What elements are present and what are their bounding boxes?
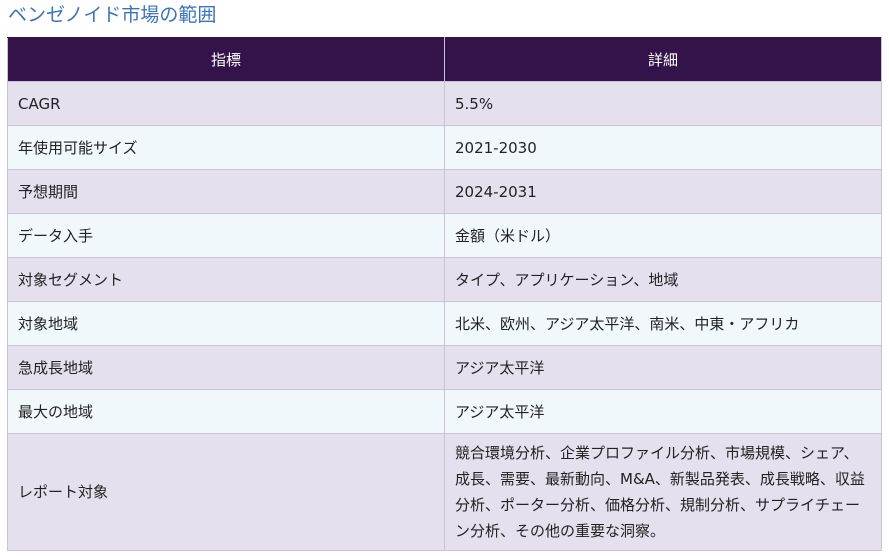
detail-cell: 2021-2030 <box>444 125 882 170</box>
page: ベンゼノイド市場の範囲 指標 詳細 CAGR 5.5% 年使用可能サイズ 202… <box>0 0 889 556</box>
table-row: データ入手 金額（米ドル） <box>7 213 882 258</box>
metric-cell: 年使用可能サイズ <box>7 125 445 170</box>
detail-cell: タイプ、アプリケーション、地域 <box>444 257 882 302</box>
metric-cell: 予想期間 <box>7 169 445 214</box>
table-row: 対象セグメント タイプ、アプリケーション、地域 <box>7 257 882 302</box>
column-header-detail: 詳細 <box>444 37 882 82</box>
page-title: ベンゼノイド市場の範囲 <box>8 4 217 26</box>
table-row: 予想期間 2024-2031 <box>7 169 882 214</box>
table-row: 対象地域 北米、欧州、アジア太平洋、南米、中東・アフリカ <box>7 301 882 346</box>
metric-cell: 最大の地域 <box>7 389 445 434</box>
metric-cell: データ入手 <box>7 213 445 258</box>
table-row: 最大の地域 アジア太平洋 <box>7 389 882 434</box>
table-row: 年使用可能サイズ 2021-2030 <box>7 125 882 170</box>
scope-table: 指標 詳細 CAGR 5.5% 年使用可能サイズ 2021-2030 予想期間 … <box>7 37 882 551</box>
metric-cell: 対象セグメント <box>7 257 445 302</box>
table-row: CAGR 5.5% <box>7 81 882 126</box>
table-row: 急成長地域 アジア太平洋 <box>7 345 882 390</box>
metric-cell: レポート対象 <box>7 433 445 551</box>
metric-cell: 急成長地域 <box>7 345 445 390</box>
column-header-metric: 指標 <box>7 37 445 82</box>
detail-cell: 5.5% <box>444 81 882 126</box>
detail-cell: 北米、欧州、アジア太平洋、南米、中東・アフリカ <box>444 301 882 346</box>
detail-cell: アジア太平洋 <box>444 345 882 390</box>
detail-cell: アジア太平洋 <box>444 389 882 434</box>
detail-cell: 金額（米ドル） <box>444 213 882 258</box>
metric-cell: CAGR <box>7 81 445 126</box>
detail-cell: 競合環境分析、企業プロファイル分析、市場規模、シェア、成長、需要、最新動向、M&… <box>444 433 882 551</box>
table-header-row: 指標 詳細 <box>7 37 882 82</box>
table-row: レポート対象 競合環境分析、企業プロファイル分析、市場規模、シェア、成長、需要、… <box>7 433 882 551</box>
detail-cell: 2024-2031 <box>444 169 882 214</box>
metric-cell: 対象地域 <box>7 301 445 346</box>
